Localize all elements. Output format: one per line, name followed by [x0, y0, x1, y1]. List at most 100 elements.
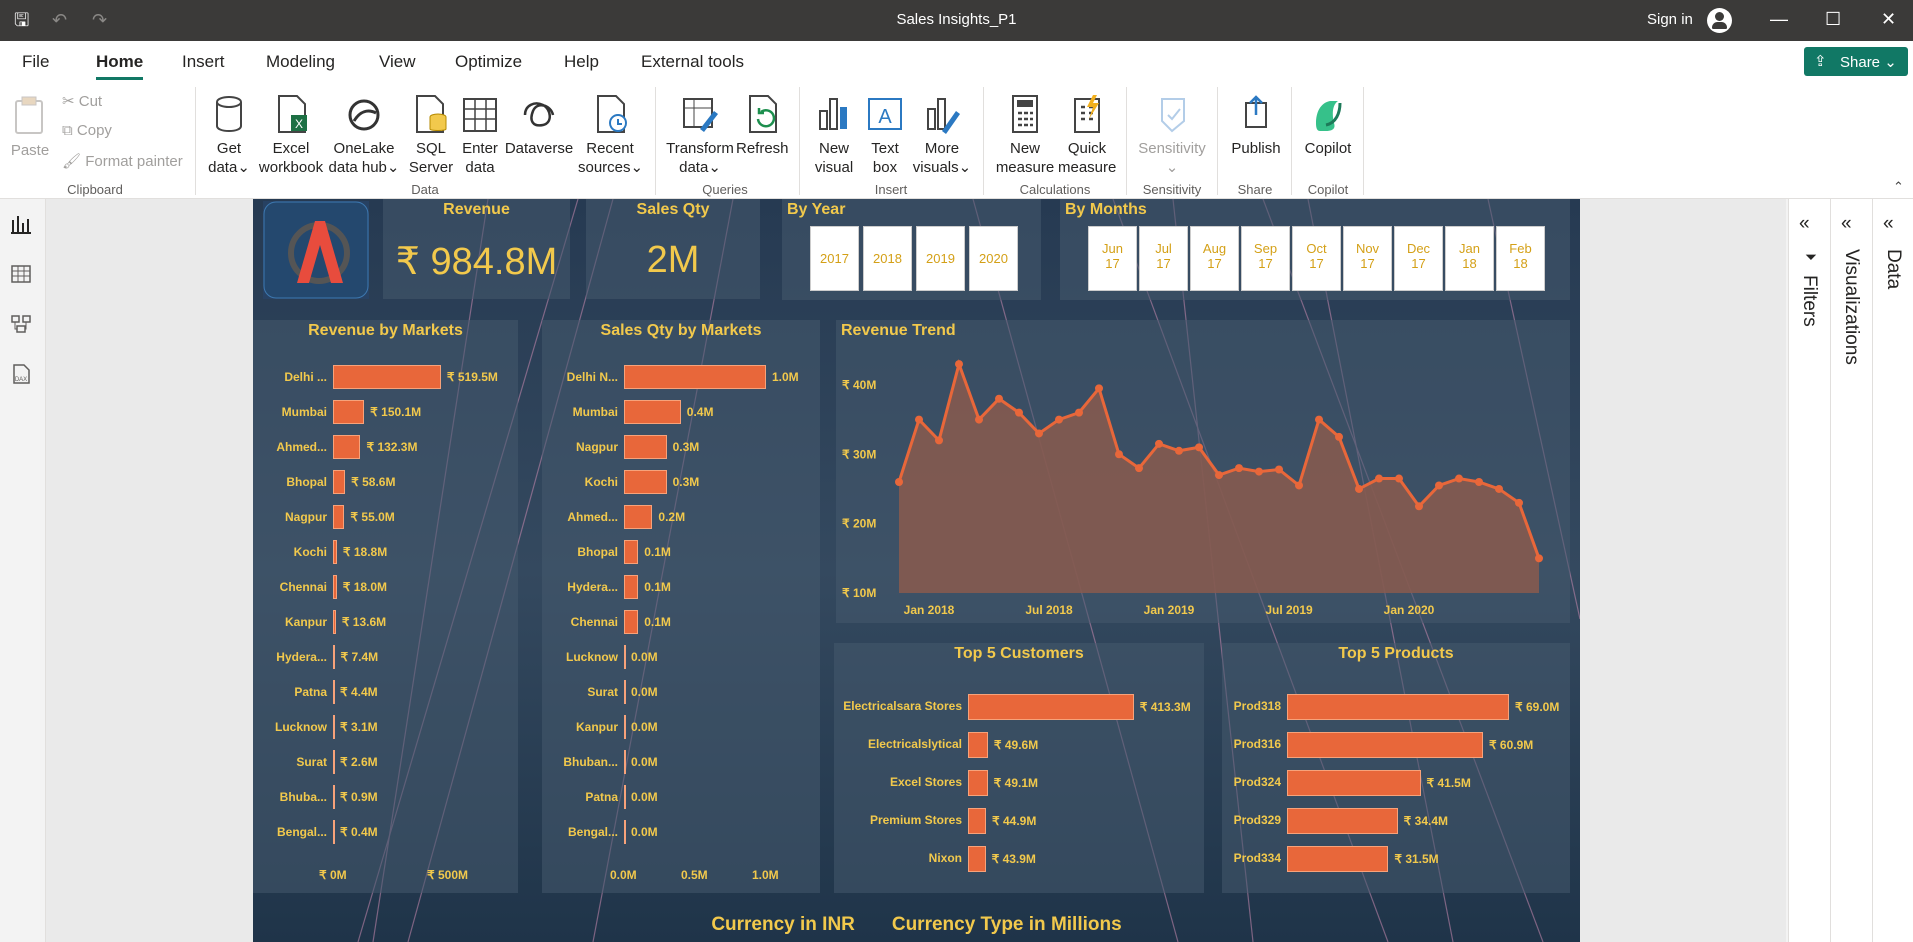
- bar[interactable]: [333, 365, 441, 389]
- bar[interactable]: [333, 540, 337, 564]
- bar[interactable]: [333, 400, 365, 424]
- bar[interactable]: [333, 435, 361, 459]
- trend-point[interactable]: [1195, 443, 1203, 452]
- bar[interactable]: [1287, 770, 1421, 796]
- trend-point[interactable]: [1055, 415, 1063, 424]
- month-slicer-item[interactable]: Jan 18: [1445, 226, 1494, 291]
- bar[interactable]: [333, 680, 335, 704]
- year-slicer-item[interactable]: 2018: [863, 226, 912, 291]
- bar[interactable]: [624, 610, 639, 634]
- month-slicer-item[interactable]: Dec 17: [1394, 226, 1443, 291]
- get-data-button[interactable]: Get data⌄: [205, 93, 253, 177]
- bar[interactable]: [624, 470, 667, 494]
- expand-visualizations-icon[interactable]: «: [1841, 213, 1852, 235]
- menu-file[interactable]: File: [22, 52, 49, 72]
- bar[interactable]: [333, 715, 335, 739]
- trend-point[interactable]: [1515, 498, 1523, 507]
- enter-data-button[interactable]: Enter data: [458, 93, 502, 177]
- model-view-icon[interactable]: [10, 313, 32, 335]
- bar[interactable]: [333, 575, 337, 599]
- bar[interactable]: [968, 808, 986, 834]
- trend-point[interactable]: [935, 436, 943, 445]
- bar[interactable]: [624, 365, 766, 389]
- sensitivity-button[interactable]: Sensitivity ⌄: [1134, 93, 1210, 177]
- month-slicer-item[interactable]: Jul 17: [1139, 226, 1188, 291]
- trend-point[interactable]: [1135, 464, 1143, 473]
- bar[interactable]: [333, 470, 346, 494]
- bar[interactable]: [333, 820, 335, 844]
- minimize-icon[interactable]: —: [1770, 9, 1788, 30]
- bar[interactable]: [1287, 808, 1398, 834]
- trend-point[interactable]: [1335, 432, 1343, 441]
- quick-measure-button[interactable]: Quick measure: [1058, 93, 1116, 177]
- excel-workbook-button[interactable]: X Excel workbook: [256, 93, 326, 177]
- share-button[interactable]: ⇪ Share ⌄: [1804, 47, 1908, 76]
- trend-point[interactable]: [1355, 484, 1363, 493]
- sql-server-button[interactable]: SQL Server: [408, 93, 454, 177]
- dataverse-button[interactable]: Dataverse: [504, 93, 574, 158]
- bar[interactable]: [333, 645, 335, 669]
- menu-modeling[interactable]: Modeling: [266, 52, 335, 72]
- trend-point[interactable]: [1375, 474, 1383, 483]
- trend-point[interactable]: [1015, 408, 1023, 417]
- cut-button[interactable]: ✂ Cut: [62, 92, 102, 110]
- trend-point[interactable]: [895, 478, 903, 486]
- bar[interactable]: [333, 610, 336, 634]
- onelake-data-hub-button[interactable]: OneLake data hub⌄: [328, 93, 400, 177]
- format-painter-button[interactable]: 🖌 Format painter: [62, 152, 183, 170]
- copilot-button[interactable]: Copilot: [1300, 93, 1356, 158]
- trend-point[interactable]: [1315, 415, 1323, 424]
- bar[interactable]: [333, 750, 335, 774]
- bar[interactable]: [624, 785, 626, 809]
- maximize-icon[interactable]: ☐: [1825, 9, 1841, 30]
- bar[interactable]: [624, 645, 626, 669]
- data-pane[interactable]: « Data: [1872, 199, 1913, 942]
- collapse-ribbon-icon[interactable]: ⌃: [1893, 179, 1904, 195]
- trend-point[interactable]: [1255, 467, 1263, 476]
- bar[interactable]: [968, 732, 988, 758]
- more-visuals-button[interactable]: More visuals⌄: [912, 93, 972, 177]
- trend-point[interactable]: [1495, 484, 1503, 493]
- trend-point[interactable]: [1235, 464, 1243, 473]
- recent-sources-button[interactable]: Recent sources⌄: [578, 93, 643, 177]
- trend-point[interactable]: [1435, 481, 1443, 490]
- menu-optimize[interactable]: Optimize: [455, 52, 522, 72]
- trend-point[interactable]: [915, 415, 923, 424]
- menu-help[interactable]: Help: [564, 52, 599, 72]
- trend-point[interactable]: [1395, 474, 1403, 483]
- year-slicer-item[interactable]: 2017: [810, 226, 859, 291]
- trend-point[interactable]: [1155, 439, 1163, 448]
- bar[interactable]: [333, 785, 335, 809]
- sign-in-link[interactable]: Sign in: [1647, 11, 1693, 28]
- table-view-icon[interactable]: [10, 263, 32, 285]
- bar[interactable]: [968, 846, 986, 872]
- month-slicer-item[interactable]: Aug 17: [1190, 226, 1239, 291]
- bar[interactable]: [624, 680, 626, 704]
- bar[interactable]: [968, 770, 988, 796]
- bar[interactable]: [624, 540, 639, 564]
- trend-point[interactable]: [1035, 429, 1043, 438]
- text-box-button[interactable]: A Text box: [862, 93, 908, 177]
- menu-insert[interactable]: Insert: [182, 52, 225, 72]
- new-visual-button[interactable]: New visual: [808, 93, 860, 177]
- menu-external-tools[interactable]: External tools: [641, 52, 744, 72]
- trend-point[interactable]: [1215, 471, 1223, 480]
- expand-filters-icon[interactable]: «: [1799, 213, 1810, 235]
- trend-point[interactable]: [1415, 502, 1423, 511]
- year-slicer-item[interactable]: 2020: [969, 226, 1018, 291]
- trend-point[interactable]: [955, 360, 963, 369]
- transform-data-button[interactable]: Transform data⌄: [664, 93, 736, 177]
- paste-button[interactable]: Paste: [8, 95, 52, 160]
- dax-query-view-icon[interactable]: DAX: [10, 363, 32, 385]
- trend-point[interactable]: [1075, 408, 1083, 417]
- month-slicer-item[interactable]: Oct 17: [1292, 226, 1341, 291]
- trend-point[interactable]: [975, 415, 983, 424]
- menu-home[interactable]: Home: [96, 52, 144, 80]
- close-icon[interactable]: ✕: [1881, 9, 1896, 30]
- visualizations-pane[interactable]: « Visualizations: [1830, 199, 1872, 942]
- publish-button[interactable]: Publish: [1228, 93, 1284, 158]
- year-slicer-item[interactable]: 2019: [916, 226, 965, 291]
- bar[interactable]: [1287, 846, 1389, 872]
- month-slicer-item[interactable]: Nov 17: [1343, 226, 1392, 291]
- trend-point[interactable]: [995, 394, 1003, 403]
